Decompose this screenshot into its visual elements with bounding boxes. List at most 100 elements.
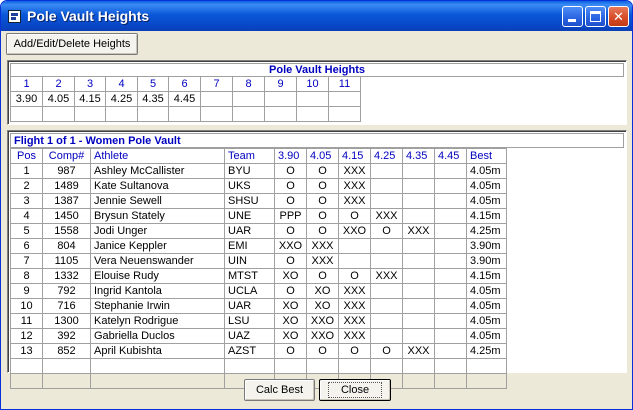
- height-empty-cell[interactable]: [232, 106, 265, 122]
- height-empty-cell[interactable]: [296, 106, 329, 122]
- table-cell[interactable]: 392: [42, 328, 91, 344]
- table-row[interactable]: 3 1387 Jennie Sewell SHSU O O XXX 4.05m: [10, 193, 507, 209]
- table-cell[interactable]: 4: [10, 208, 43, 224]
- title-bar[interactable]: Pole Vault Heights ✕: [1, 1, 632, 31]
- table-cell[interactable]: MTST: [224, 268, 275, 284]
- height-empty-cell[interactable]: [10, 106, 43, 122]
- height-empty-cell[interactable]: [105, 106, 138, 122]
- table-cell[interactable]: SHSU: [224, 193, 275, 209]
- table-cell[interactable]: UNE: [224, 208, 275, 224]
- table-cell[interactable]: [434, 253, 467, 269]
- flight-column-header[interactable]: 3.90: [274, 148, 307, 164]
- table-cell-empty[interactable]: [10, 358, 43, 374]
- height-column-header[interactable]: 4: [105, 76, 138, 92]
- height-column-header[interactable]: 7: [200, 76, 233, 92]
- table-cell[interactable]: [434, 313, 467, 329]
- height-column-header[interactable]: 1: [10, 76, 43, 92]
- table-cell[interactable]: 6: [10, 238, 43, 254]
- table-cell-empty[interactable]: [370, 358, 403, 374]
- table-cell[interactable]: XO: [306, 283, 339, 299]
- flight-column-header[interactable]: Team: [224, 148, 275, 164]
- height-empty-cell[interactable]: [42, 106, 75, 122]
- table-cell[interactable]: XXX: [338, 313, 371, 329]
- table-cell[interactable]: O: [306, 268, 339, 284]
- height-empty-cell[interactable]: [328, 106, 361, 122]
- minimize-button[interactable]: [562, 6, 583, 27]
- table-cell[interactable]: 792: [42, 283, 91, 299]
- table-cell[interactable]: [402, 328, 435, 344]
- table-cell[interactable]: 4.15m: [466, 268, 507, 284]
- table-cell[interactable]: 2: [10, 178, 43, 194]
- table-cell-empty[interactable]: [466, 358, 507, 374]
- table-cell-empty[interactable]: [42, 373, 91, 389]
- table-cell[interactable]: XXX: [306, 253, 339, 269]
- table-cell[interactable]: [434, 298, 467, 314]
- table-cell[interactable]: [402, 178, 435, 194]
- maximize-button[interactable]: [585, 6, 606, 27]
- table-cell[interactable]: Katelyn Rodrigue: [90, 313, 225, 329]
- table-cell[interactable]: [434, 268, 467, 284]
- table-cell-empty[interactable]: [434, 358, 467, 374]
- table-cell[interactable]: [370, 163, 403, 179]
- table-cell[interactable]: XXX: [338, 178, 371, 194]
- flight-column-header[interactable]: Pos: [10, 148, 43, 164]
- table-row[interactable]: 1 987 Ashley McCallister BYU O O XXX 4.05m: [10, 163, 507, 179]
- table-row[interactable]: 6 804 Janice Keppler EMI XXO XXX 3.90m: [10, 238, 507, 254]
- table-cell[interactable]: [402, 238, 435, 254]
- table-cell[interactable]: XO: [274, 268, 307, 284]
- table-cell[interactable]: 1558: [42, 223, 91, 239]
- table-cell[interactable]: 4.05m: [466, 193, 507, 209]
- table-cell[interactable]: [338, 253, 371, 269]
- table-cell[interactable]: XXX: [402, 343, 435, 359]
- height-column-header[interactable]: 8: [232, 76, 265, 92]
- table-cell[interactable]: [402, 163, 435, 179]
- table-cell[interactable]: 7: [10, 253, 43, 269]
- table-cell[interactable]: [434, 328, 467, 344]
- table-cell[interactable]: XXX: [338, 163, 371, 179]
- table-cell[interactable]: 4.05m: [466, 313, 507, 329]
- table-cell[interactable]: 8: [10, 268, 43, 284]
- table-cell[interactable]: 4.05m: [466, 178, 507, 194]
- table-row[interactable]: 9 792 Ingrid Kantola UCLA O XO XXX 4.05m: [10, 283, 507, 299]
- flight-column-header[interactable]: Best: [466, 148, 507, 164]
- table-cell[interactable]: Brysun Stately: [90, 208, 225, 224]
- height-value-cell[interactable]: 4.15: [74, 91, 106, 107]
- table-cell[interactable]: O: [338, 343, 371, 359]
- table-cell[interactable]: Kate Sultanova: [90, 178, 225, 194]
- table-cell-empty[interactable]: [402, 373, 435, 389]
- table-cell[interactable]: O: [274, 178, 307, 194]
- height-value-cell[interactable]: 3.90: [10, 91, 43, 107]
- flight-column-header[interactable]: 4.15: [338, 148, 371, 164]
- height-value-cell[interactable]: [328, 91, 361, 107]
- table-cell[interactable]: Jennie Sewell: [90, 193, 225, 209]
- table-cell[interactable]: [434, 208, 467, 224]
- table-cell[interactable]: XO: [274, 328, 307, 344]
- table-cell[interactable]: [402, 193, 435, 209]
- table-cell[interactable]: 4.15m: [466, 208, 507, 224]
- table-cell[interactable]: [370, 238, 403, 254]
- table-cell[interactable]: XXX: [370, 208, 403, 224]
- height-value-cell[interactable]: [264, 91, 297, 107]
- table-cell[interactable]: XXX: [338, 328, 371, 344]
- height-empty-cell[interactable]: [137, 106, 169, 122]
- flight-column-header[interactable]: 4.35: [402, 148, 435, 164]
- table-cell-empty[interactable]: [224, 358, 275, 374]
- close-button[interactable]: Close: [319, 379, 391, 401]
- table-row[interactable]: 10 716 Stephanie Irwin UAR XO XO XXX 4.05m: [10, 298, 507, 314]
- table-cell[interactable]: O: [306, 163, 339, 179]
- table-cell[interactable]: UAR: [224, 223, 275, 239]
- table-cell[interactable]: XXO: [338, 223, 371, 239]
- height-column-header[interactable]: 11: [328, 76, 361, 92]
- table-cell[interactable]: O: [274, 193, 307, 209]
- table-cell[interactable]: [434, 223, 467, 239]
- table-row[interactable]: 8 1332 Elouise Rudy MTST XO O O XXX 4.15m: [10, 268, 507, 284]
- table-cell[interactable]: XXO: [274, 238, 307, 254]
- table-cell[interactable]: Stephanie Irwin: [90, 298, 225, 314]
- height-column-header[interactable]: 2: [42, 76, 75, 92]
- height-value-cell[interactable]: 4.35: [137, 91, 169, 107]
- table-cell[interactable]: 12: [10, 328, 43, 344]
- table-cell[interactable]: Janice Keppler: [90, 238, 225, 254]
- table-cell[interactable]: [434, 238, 467, 254]
- table-cell[interactable]: [434, 343, 467, 359]
- table-cell[interactable]: XO: [274, 298, 307, 314]
